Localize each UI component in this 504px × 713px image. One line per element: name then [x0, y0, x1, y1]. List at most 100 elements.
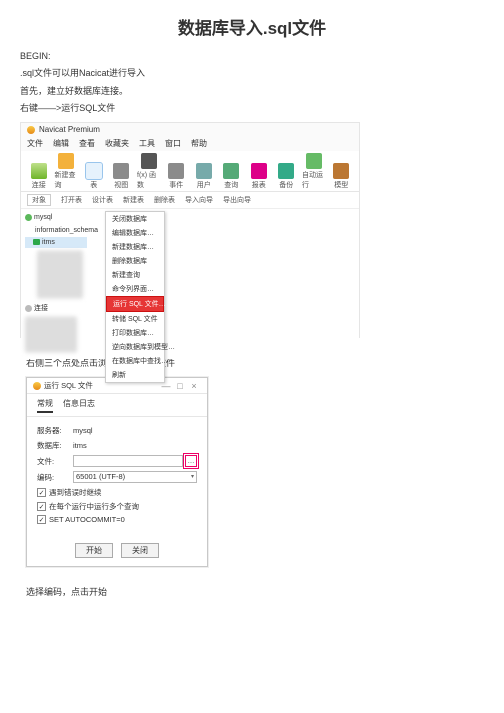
start-button[interactable]: 开始 — [75, 543, 113, 558]
toolbar-事件[interactable]: 事件 — [165, 163, 189, 190]
paragraph-intro: .sql文件可以用Nacicat进行导入 — [20, 66, 484, 81]
toolbar-icon — [251, 163, 267, 179]
navicat-titlebar: Navicat Premium — [21, 123, 359, 136]
toolbar-用户[interactable]: 用户 — [192, 163, 216, 190]
toolbar-备份[interactable]: 备份 — [275, 163, 299, 190]
tab-general[interactable]: 常规 — [37, 398, 53, 413]
toolbar-查询[interactable]: 查询 — [220, 163, 244, 190]
maximize-icon[interactable]: □ — [173, 381, 187, 391]
tab-log[interactable]: 信息日志 — [63, 398, 95, 413]
menu-item[interactable]: 工具 — [139, 138, 155, 149]
value-database: itms — [73, 441, 197, 450]
label-file: 文件: — [37, 456, 73, 467]
context-menu-item[interactable]: 逆向数据库到模型… — [106, 340, 164, 354]
menu-item[interactable]: 文件 — [27, 138, 43, 149]
row-server: 服务器: mysql — [37, 425, 197, 436]
conn-name: mysql — [34, 212, 52, 223]
toolbar-label: 备份 — [279, 180, 293, 190]
toolbar-icon — [306, 153, 322, 169]
checkbox[interactable]: ✓ — [37, 502, 46, 511]
checkbox-row: ✓SET AUTOCOMMIT=0 — [37, 515, 197, 524]
menu-item[interactable]: 查看 — [79, 138, 95, 149]
context-menu-item[interactable]: 关闭数据库 — [106, 212, 164, 226]
dialog-title: 运行 SQL 文件 — [44, 380, 93, 391]
context-menu-item[interactable]: 在数据库中查找… — [106, 354, 164, 368]
toolbar-报表[interactable]: 报表 — [247, 163, 271, 190]
context-menu-item[interactable]: 命令列界面… — [106, 282, 164, 296]
checkbox-row: ✓遇到错误时继续 — [37, 487, 197, 498]
toolbar-自动运行[interactable]: 自动运行 — [302, 153, 326, 190]
tabstrip-item[interactable]: 删除表 — [154, 195, 175, 205]
checkbox[interactable]: ✓ — [37, 488, 46, 497]
database-icon — [33, 239, 40, 245]
context-menu-item[interactable]: 删除数据库 — [106, 254, 164, 268]
tree-connection[interactable]: mysql — [25, 212, 87, 223]
context-menu-item[interactable]: 转储 SQL 文件 — [106, 312, 164, 326]
checkbox[interactable]: ✓ — [37, 515, 46, 524]
toolbar-label: 报表 — [252, 180, 266, 190]
paragraph-step1: 首先，建立好数据库连接。 — [20, 84, 484, 99]
browse-button[interactable]: … — [185, 455, 197, 467]
tab-objects[interactable]: 对象 — [27, 194, 51, 206]
connection-icon — [25, 305, 32, 312]
tabstrip-item[interactable]: 导出向导 — [223, 195, 251, 205]
navicat-tabstrip: 对象打开表设计表新建表删除表导入向导导出向导 — [21, 192, 359, 209]
tabstrip-item[interactable]: 打开表 — [61, 195, 82, 205]
tree-db-itms[interactable]: itms — [25, 237, 87, 248]
toolbar-label: 自动运行 — [302, 170, 326, 190]
navicat-app-icon — [27, 126, 35, 134]
toolbar-label: 表 — [90, 180, 97, 190]
menu-item[interactable]: 收藏夹 — [105, 138, 129, 149]
context-menu-item[interactable]: 运行 SQL 文件… — [106, 296, 164, 312]
context-menu-item[interactable]: 编辑数据库… — [106, 226, 164, 240]
toolbar-label: 视图 — [114, 180, 128, 190]
label-server: 服务器: — [37, 425, 73, 436]
checkbox-label: SET AUTOCOMMIT=0 — [49, 515, 125, 524]
toolbar-label: 查询 — [224, 180, 238, 190]
menu-item[interactable]: 编辑 — [53, 138, 69, 149]
toolbar-icon — [141, 153, 157, 169]
navicat-window: Navicat Premium 文件编辑查看收藏夹工具窗口帮助 连接新建查询表视… — [20, 122, 360, 338]
encoding-select[interactable]: 65001 (UTF-8) ▾ — [73, 471, 197, 483]
tabstrip-item[interactable]: 导入向导 — [185, 195, 213, 205]
paragraph-begin: BEGIN: — [20, 49, 484, 64]
toolbar-icon — [223, 163, 239, 179]
context-menu-item[interactable]: 刷新 — [106, 368, 164, 382]
label-database: 数据库: — [37, 440, 73, 451]
checkbox-row: ✓在每个运行中运行多个查询 — [37, 501, 197, 512]
tree-connection-2[interactable]: 连接 — [25, 303, 87, 314]
menu-item[interactable]: 帮助 — [191, 138, 207, 149]
toolbar-连接[interactable]: 连接 — [27, 163, 51, 190]
run-sql-dialog: 运行 SQL 文件 — □ × 常规 信息日志 服务器: mysql 数据库: … — [26, 377, 208, 567]
toolbar-模型[interactable]: 模型 — [330, 163, 354, 190]
toolbar-表[interactable]: 表 — [82, 163, 106, 190]
tabstrip-item[interactable]: 设计表 — [92, 195, 113, 205]
context-menu: 关闭数据库编辑数据库…新建数据库…删除数据库新建查询命令列界面…运行 SQL 文… — [105, 211, 165, 383]
context-menu-item[interactable]: 打印数据库… — [106, 326, 164, 340]
toolbar-icon — [278, 163, 294, 179]
navicat-menubar: 文件编辑查看收藏夹工具窗口帮助 — [21, 136, 359, 151]
close-icon[interactable]: × — [187, 381, 201, 391]
toolbar-icon — [333, 163, 349, 179]
file-input[interactable] — [73, 455, 183, 467]
toolbar-视图[interactable]: 视图 — [110, 163, 134, 190]
context-menu-item[interactable]: 新建数据库… — [106, 240, 164, 254]
context-menu-item[interactable]: 新建查询 — [106, 268, 164, 282]
dialog-footer: 开始 关闭 — [27, 533, 207, 566]
tree-db-info-schema[interactable]: information_schema — [25, 225, 87, 236]
navicat-body: mysql information_schema itms 连接 — [21, 209, 359, 359]
toolbar-f(x) 函数[interactable]: f(x) 函数 — [137, 153, 161, 190]
toolbar-icon — [86, 163, 102, 179]
checkbox-label: 遇到错误时继续 — [49, 487, 102, 498]
menu-item[interactable]: 窗口 — [165, 138, 181, 149]
dialog-app-icon — [33, 382, 41, 390]
navicat-toolbar: 连接新建查询表 视图 f(x) 函数事件用户查询 报表 备份自动运行模型 — [21, 151, 359, 192]
toolbar-新建查询[interactable]: 新建查询 — [55, 153, 79, 190]
tabstrip-item[interactable]: 新建表 — [123, 195, 144, 205]
connection-icon — [25, 214, 32, 221]
encoding-value: 65001 (UTF-8) — [76, 471, 191, 483]
toolbar-icon — [31, 163, 47, 179]
close-button[interactable]: 关闭 — [121, 543, 159, 558]
navicat-window-title: Navicat Premium — [39, 125, 100, 134]
paragraph-step2: 右键——>运行SQL文件 — [20, 101, 484, 116]
